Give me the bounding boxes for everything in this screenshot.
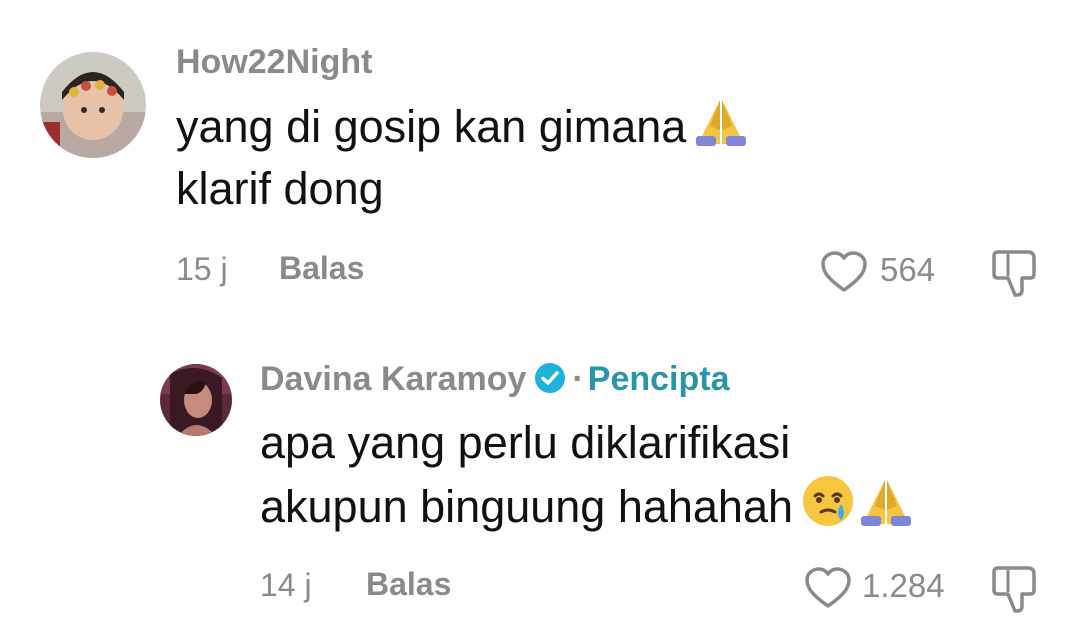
comment-username[interactable]: How22Night (176, 45, 372, 79)
creator-label: Pencipta (587, 360, 730, 398)
folded-hands-emoji-icon (859, 476, 913, 528)
thumbs-down-icon[interactable] (990, 564, 1042, 619)
comment-timestamp: 15 j (176, 251, 228, 287)
reply-button[interactable]: Balas (366, 568, 451, 600)
comment-text-line: klarif dong (176, 163, 384, 214)
like-count: 1.284 (862, 567, 945, 604)
face-holding-back-tears-emoji-icon (801, 474, 855, 528)
avatar[interactable] (40, 52, 146, 158)
heart-icon[interactable] (820, 250, 868, 299)
comment-text: apa yang perlu diklarifikasi akupun bing… (260, 412, 913, 538)
comment-username[interactable]: Davina Karamoy (260, 360, 526, 398)
thumbs-down-icon[interactable] (990, 248, 1042, 303)
heart-icon[interactable] (804, 566, 852, 615)
comment-text-line: yang di gosip kan gimana (176, 101, 687, 152)
comment-text-line: apa yang perlu diklarifikasi (260, 417, 791, 468)
verified-badge-icon (534, 362, 566, 400)
avatar[interactable] (160, 364, 232, 436)
like-count: 564 (880, 251, 936, 288)
comment-text: yang di gosip kan gimana klarif dong (176, 96, 748, 220)
comment-text-line: akupun binguung hahahah (260, 481, 794, 532)
separator-dot: · (572, 360, 584, 398)
reply-header: Davina Karamoy · Pencipta (260, 362, 730, 400)
reply-button[interactable]: Balas (279, 252, 364, 284)
comment-timestamp: 14 j (260, 567, 312, 603)
folded-hands-emoji-icon (694, 96, 748, 148)
